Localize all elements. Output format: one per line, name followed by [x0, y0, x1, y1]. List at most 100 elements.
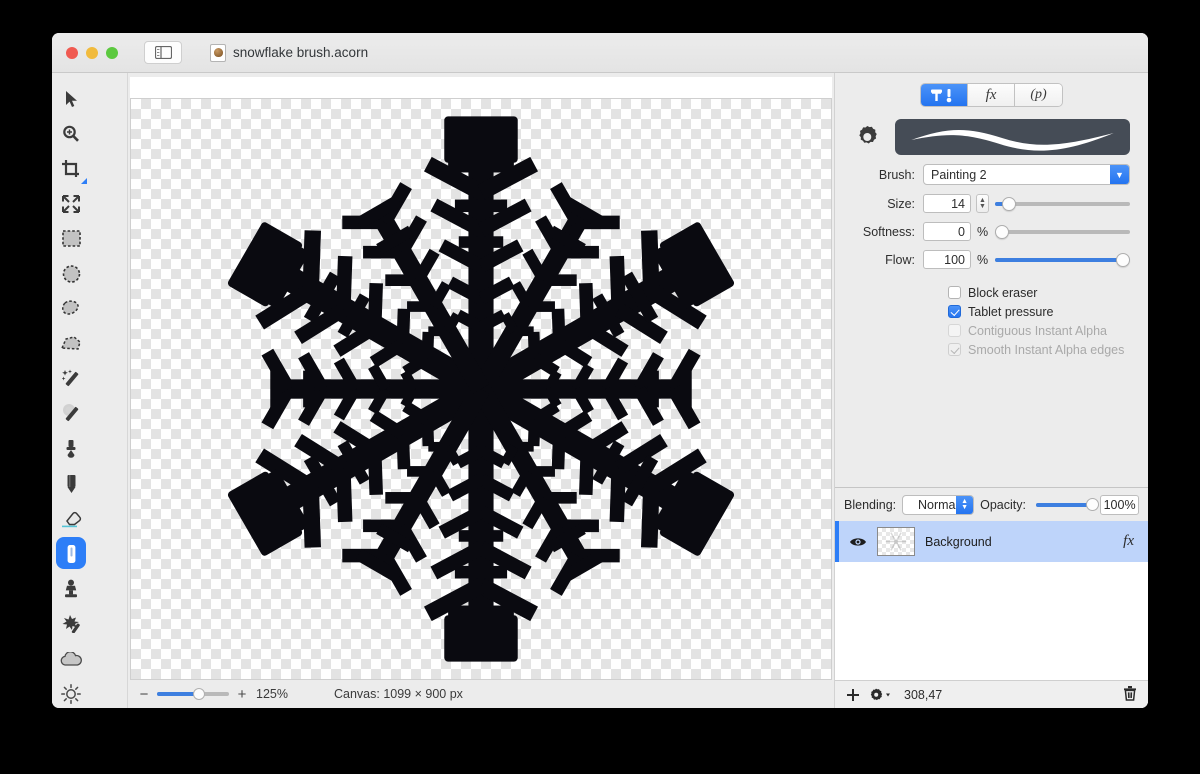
size-input[interactable]: 14	[923, 194, 971, 213]
size-slider-knob[interactable]	[1001, 196, 1016, 211]
checkbox-box	[948, 324, 961, 337]
snowflake-artwork	[131, 99, 831, 679]
checkbox-tablet-pressure[interactable]: Tablet pressure	[835, 302, 1148, 321]
softness-label: Softness:	[862, 224, 915, 239]
flow-slider-knob[interactable]	[1116, 252, 1130, 267]
softness-slider[interactable]	[995, 224, 1130, 239]
checkbox-block-eraser[interactable]: Block eraser	[835, 283, 1148, 302]
checkbox-box	[948, 305, 961, 318]
canvas-ruler-strip	[130, 77, 832, 99]
zoom-slider-knob[interactable]	[193, 688, 205, 700]
size-slider[interactable]	[995, 196, 1130, 211]
lasso-icon	[61, 300, 81, 317]
paint-bucket-tool[interactable]	[52, 431, 90, 466]
blur-tool[interactable]	[52, 641, 90, 676]
brush-stroke-preview[interactable]	[895, 119, 1130, 155]
opacity-slider-knob[interactable]	[1085, 497, 1099, 511]
minimize-button[interactable]	[86, 46, 98, 59]
eye-icon[interactable]	[849, 536, 867, 548]
clone-stamp-tool[interactable]	[52, 571, 90, 606]
layer-name: Background	[925, 534, 992, 549]
flow-label: Flow:	[885, 252, 915, 267]
tab-filters[interactable]: fx	[968, 84, 1015, 106]
elliptical-select-tool[interactable]	[52, 256, 90, 291]
sidebar-toggle-button[interactable]	[144, 41, 182, 64]
softness-input[interactable]: 0	[923, 222, 971, 241]
tab-palette[interactable]: (p)	[1015, 84, 1062, 106]
brush-select-row: Brush: Painting 2 ▼	[835, 164, 1148, 185]
trash-icon	[1124, 686, 1136, 701]
dodge-tool[interactable]	[52, 676, 90, 708]
rectangular-select-tool[interactable]	[52, 221, 90, 256]
gear-dropdown-icon[interactable]	[869, 688, 891, 702]
zoom-slider[interactable]	[157, 688, 229, 700]
opacity-slider[interactable]	[1035, 497, 1099, 511]
zoom-tool[interactable]	[52, 116, 90, 151]
checkbox-label: Tablet pressure	[968, 304, 1054, 319]
brush-preview-row	[835, 119, 1148, 155]
canvas-area[interactable]	[130, 99, 832, 680]
zoom-button[interactable]	[106, 46, 118, 59]
checkbox-label: Block eraser	[968, 285, 1038, 300]
acorn-window: snowflake brush.acorn − + 125% Canvas: 1…	[52, 33, 1148, 708]
flow-row: Flow: 100 %	[835, 250, 1148, 269]
lasso-tool[interactable]	[52, 291, 90, 326]
zoom-out-button[interactable]: −	[136, 686, 152, 703]
table-row[interactable]: Background fx	[835, 521, 1148, 562]
dashed-ellipse-icon	[62, 264, 81, 283]
flow-unit: %	[977, 252, 989, 267]
opacity-slider-fill	[1035, 502, 1088, 507]
move-tool[interactable]	[52, 81, 90, 116]
canvas-status-bar: − + 125% Canvas: 1099 × 900 px	[128, 680, 834, 708]
blending-label: Blending:	[844, 497, 897, 512]
polygon-lasso-icon	[61, 336, 81, 351]
close-button[interactable]	[66, 46, 78, 59]
stroke-curve-icon	[911, 129, 1114, 151]
softness-slider-knob[interactable]	[995, 224, 1009, 239]
brush-tool[interactable]	[52, 536, 90, 571]
inspector-panel: fx (p) Brush: Painting 2 ▼ Size: 14 ▲ ▼ …	[834, 73, 1148, 708]
tool-options-icon	[931, 88, 952, 102]
gear-icon[interactable]	[853, 123, 881, 151]
canvas-column: − + 125% Canvas: 1099 × 900 px	[128, 73, 834, 708]
transform-tool[interactable]	[52, 186, 90, 221]
tool-variant-badge	[81, 178, 87, 184]
checkbox-label: Contiguous Instant Alpha	[968, 323, 1107, 338]
zoom-in-button[interactable]: +	[234, 686, 250, 703]
checkbox-box	[948, 343, 961, 356]
checkbox-smooth-instant-alpha-edges: Smooth Instant Alpha edges	[835, 340, 1148, 359]
zoom-level-label: 125%	[256, 687, 288, 701]
pencil-tool[interactable]	[52, 466, 90, 501]
layer-fx-badge[interactable]: fx	[1123, 533, 1134, 550]
inspector-segmented-control: fx (p)	[920, 83, 1063, 107]
size-label: Size:	[887, 196, 915, 211]
tool-palette	[52, 73, 128, 708]
plus-icon[interactable]	[846, 688, 860, 702]
cloud-blur-icon	[60, 651, 82, 666]
magic-wand-tool[interactable]	[52, 361, 90, 396]
flow-slider[interactable]	[995, 252, 1130, 267]
instant-alpha-tool[interactable]	[52, 396, 90, 431]
checkbox-box	[948, 286, 961, 299]
size-stepper[interactable]: ▲ ▼	[976, 194, 989, 213]
brush-dropdown[interactable]: Painting 2 ▼	[923, 164, 1130, 185]
cursor-coordinates: 308,47	[904, 687, 943, 702]
opacity-value[interactable]: 100%	[1100, 494, 1139, 515]
size-row: Size: 14 ▲ ▼	[835, 194, 1148, 213]
four-arrows-icon	[62, 194, 80, 213]
canvas-size-label: Canvas: 1099 × 900 px	[333, 687, 463, 701]
magnifier-plus-icon	[62, 125, 80, 143]
sidebar-toggle-icon	[154, 46, 172, 59]
polygon-lasso-tool[interactable]	[52, 326, 90, 361]
softness-row: Softness: 0 %	[835, 222, 1148, 241]
smudge-splatter-icon	[61, 614, 82, 633]
eraser-tool[interactable]	[52, 501, 90, 536]
flow-input[interactable]: 100	[923, 250, 971, 269]
tab-tool-options[interactable]	[921, 84, 968, 106]
delete-layer-button[interactable]	[1123, 685, 1137, 704]
crop-tool[interactable]	[52, 151, 90, 186]
blending-dropdown[interactable]: Normal ▲ ▼	[902, 494, 975, 515]
smudge-tool[interactable]	[52, 606, 90, 641]
title-bar: snowflake brush.acorn	[52, 33, 1148, 73]
chevron-updown-icon: ▲ ▼	[956, 495, 974, 514]
